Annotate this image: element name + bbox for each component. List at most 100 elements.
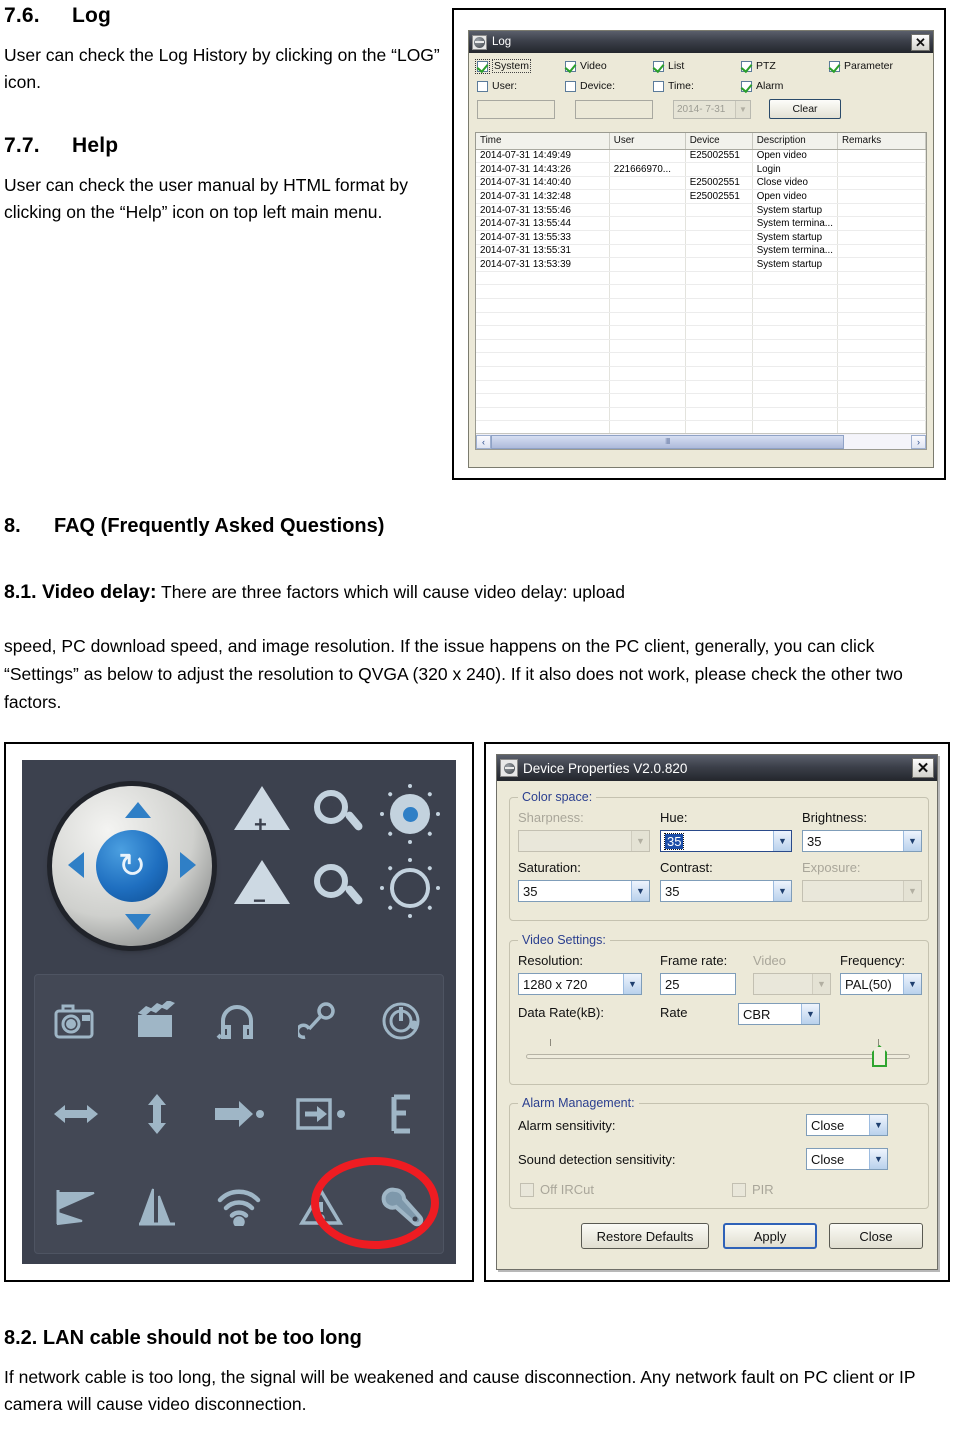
- frequency-select[interactable]: PAL(50) ▼: [840, 973, 922, 995]
- column-header-description[interactable]: Description: [752, 133, 838, 150]
- checkbox-list[interactable]: List: [653, 60, 741, 72]
- table-row[interactable]: [476, 312, 927, 327]
- table-row[interactable]: [476, 284, 927, 300]
- preset-go-icon[interactable]: [198, 1068, 280, 1161]
- pan-patrol-icon[interactable]: [117, 1160, 199, 1253]
- table-row[interactable]: [476, 380, 927, 395]
- close-icon[interactable]: ✕: [911, 33, 930, 51]
- checkbox-alarm[interactable]: Alarm: [741, 80, 829, 92]
- table-row[interactable]: 2014-07-31 14:40:40 E25002551 Close video: [476, 176, 927, 191]
- table-row[interactable]: [476, 366, 927, 381]
- checkbox-ptz[interactable]: PTZ: [741, 60, 829, 72]
- chevron-down-icon[interactable]: ▼: [869, 1115, 887, 1135]
- table-row[interactable]: 2014-07-31 13:55:46 System startup: [476, 203, 927, 218]
- chevron-down-icon[interactable]: ▼: [903, 974, 921, 994]
- chevron-down-icon[interactable]: ▼: [773, 881, 791, 901]
- tilt-patrol-icon[interactable]: [35, 1160, 117, 1253]
- column-header-user[interactable]: User: [609, 133, 686, 150]
- close-button[interactable]: Close: [829, 1223, 923, 1249]
- headphone-icon[interactable]: [198, 975, 280, 1068]
- table-row[interactable]: 2014-07-31 13:55:44 System termina...: [476, 216, 927, 232]
- chevron-down-icon[interactable]: ▼: [903, 831, 921, 851]
- column-header-device[interactable]: Device: [685, 133, 753, 150]
- table-row[interactable]: 2014-07-31 13:55:33 System startup: [476, 230, 927, 245]
- alarm-sensitivity-select[interactable]: Close ▼: [806, 1114, 888, 1136]
- scroll-left-icon[interactable]: ‹: [476, 434, 491, 449]
- vertical-flip-icon[interactable]: [117, 1068, 199, 1161]
- checkbox-box[interactable]: [475, 58, 490, 74]
- iris-close-icon[interactable]: [390, 868, 430, 908]
- checkbox-device[interactable]: Device:: [565, 80, 653, 92]
- table-row[interactable]: [476, 325, 927, 340]
- chevron-down-icon[interactable]: ▼: [773, 831, 791, 851]
- chevron-down-icon[interactable]: ▼: [869, 1149, 887, 1169]
- table-row[interactable]: [476, 352, 927, 367]
- table-row[interactable]: [476, 393, 927, 408]
- iris-open-icon[interactable]: [390, 794, 430, 834]
- checkbox-parameter[interactable]: Parameter: [829, 60, 917, 72]
- checkbox-time[interactable]: Time:: [653, 80, 741, 92]
- microphone-icon[interactable]: [280, 975, 362, 1068]
- chevron-down-icon[interactable]: ▼: [735, 100, 750, 118]
- zoom-in-icon[interactable]: /: [314, 864, 365, 906]
- close-icon[interactable]: ✕: [912, 758, 934, 778]
- table-row[interactable]: [476, 271, 927, 286]
- date-picker[interactable]: 2014- 7-31 ▼: [673, 99, 751, 119]
- table-row[interactable]: [476, 298, 927, 313]
- data-rate-slider[interactable]: [526, 1039, 910, 1067]
- ptz-left-icon[interactable]: [68, 852, 84, 878]
- ptz-right-icon[interactable]: [180, 852, 196, 878]
- checkbox-video[interactable]: Video: [565, 60, 653, 72]
- device-input[interactable]: [575, 99, 653, 119]
- power-icon[interactable]: [361, 975, 443, 1068]
- contrast-select[interactable]: 35 ▼: [660, 880, 792, 902]
- chevron-down-icon[interactable]: ▼: [801, 1004, 819, 1024]
- scroll-right-icon[interactable]: ›: [911, 434, 926, 449]
- clear-button[interactable]: Clear: [769, 99, 841, 119]
- table-row[interactable]: 2014-07-31 14:49:49 E25002551 Open video: [476, 149, 927, 164]
- table-row[interactable]: [476, 339, 927, 354]
- table-row[interactable]: 2014-07-31 14:43:26 221666970... Login: [476, 162, 927, 177]
- frame-rate-input[interactable]: 25: [660, 973, 736, 995]
- checkbox-box[interactable]: [565, 80, 576, 92]
- table-row[interactable]: 2014-07-31 14:32:48 E25002551 Open video: [476, 189, 927, 204]
- checkbox-system[interactable]: System: [475, 58, 565, 74]
- resolution-select[interactable]: 1280 x 720 ▼: [518, 973, 642, 995]
- column-header-remarks[interactable]: Remarks: [837, 133, 927, 150]
- table-row[interactable]: [476, 407, 927, 422]
- checkbox-box[interactable]: [565, 60, 576, 72]
- brightness-select[interactable]: 35 ▼: [802, 830, 922, 852]
- saturation-select[interactable]: 35 ▼: [518, 880, 650, 902]
- ptz-up-icon[interactable]: [125, 802, 151, 818]
- checkbox-box[interactable]: [477, 80, 488, 92]
- ptz-joystick[interactable]: ↻: [52, 786, 212, 946]
- wifi-icon[interactable]: [198, 1160, 280, 1253]
- horizontal-flip-icon[interactable]: [35, 1068, 117, 1161]
- column-header-time[interactable]: Time: [476, 133, 610, 150]
- rate-select[interactable]: CBR ▼: [738, 1003, 820, 1025]
- slider-knob[interactable]: [872, 1045, 887, 1067]
- checkbox-box[interactable]: [653, 80, 664, 92]
- chevron-down-icon[interactable]: ▼: [623, 974, 641, 994]
- preset-set-icon[interactable]: [280, 1068, 362, 1161]
- table-row[interactable]: 2014-07-31 13:55:31 System termina...: [476, 244, 927, 259]
- zoom-out-icon[interactable]: ×: [314, 790, 365, 832]
- hue-select[interactable]: 35 ▼: [660, 830, 792, 852]
- checkbox-box[interactable]: [741, 60, 752, 72]
- scrollbar-thumb[interactable]: ‖‖: [491, 434, 844, 449]
- snapshot-icon[interactable]: [35, 975, 117, 1068]
- bracket-icon[interactable]: [361, 1068, 443, 1161]
- checkbox-box[interactable]: [653, 60, 664, 72]
- checkbox-user[interactable]: User:: [477, 80, 565, 92]
- record-icon[interactable]: [117, 975, 199, 1068]
- apply-button[interactable]: Apply: [723, 1223, 817, 1249]
- table-row[interactable]: 2014-07-31 13:53:39 System startup: [476, 257, 927, 272]
- ptz-center-button[interactable]: ↻: [96, 830, 168, 902]
- ptz-down-icon[interactable]: [125, 914, 151, 930]
- scrollbar-track[interactable]: ‖‖: [491, 434, 911, 449]
- chevron-down-icon[interactable]: ▼: [631, 881, 649, 901]
- checkbox-box[interactable]: [741, 80, 752, 92]
- restore-defaults-button[interactable]: Restore Defaults: [581, 1223, 709, 1249]
- checkbox-box[interactable]: [829, 60, 840, 72]
- horizontal-scrollbar[interactable]: ‹ ‖‖ ›: [476, 433, 926, 449]
